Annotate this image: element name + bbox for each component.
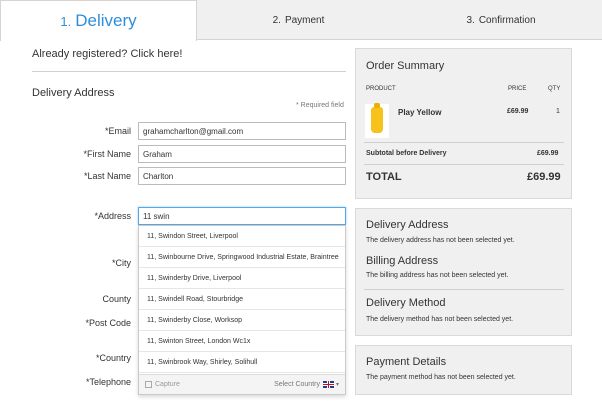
address-suggestion[interactable]: 11, Swinbourne Drive, Springwood Industr… <box>139 247 345 268</box>
tab-label: Delivery <box>75 11 137 30</box>
divider <box>364 164 564 165</box>
divider <box>364 142 564 143</box>
postcode-label: *Post Code <box>85 318 131 328</box>
chevron-down-icon: ▾ <box>335 382 339 388</box>
address-field[interactable]: 11 swin <box>138 207 346 225</box>
delivery-address-status: The delivery address has not been select… <box>366 237 515 244</box>
capture-link[interactable]: Capture <box>145 381 180 388</box>
delivery-address-title: Delivery Address <box>366 219 449 231</box>
telephone-label: *Telephone <box>85 377 131 387</box>
dropdown-footer: Capture Select Country ▾ <box>139 374 345 394</box>
delivery-method-status: The delivery method has not been selecte… <box>366 316 514 323</box>
capture-label: Capture <box>155 381 180 388</box>
county-label: County <box>102 294 131 304</box>
billing-address-title: Billing Address <box>366 255 439 267</box>
payment-details-status: The payment method has not been selected… <box>366 374 516 381</box>
tab-confirmation[interactable]: 3. Confirmation <box>400 0 602 40</box>
address-suggestion[interactable]: 11, Swindell Road, Stourbridge <box>139 289 345 310</box>
tab-label: Confirmation <box>478 14 536 26</box>
address-suggestion[interactable]: 11, Swindon Street, Liverpool <box>139 226 345 247</box>
tab-label: Payment <box>284 14 325 26</box>
tab-number: 3. <box>466 14 475 26</box>
payment-details-title: Payment Details <box>366 356 447 368</box>
divider <box>32 71 346 72</box>
address-suggestion[interactable]: 11, Swinderby Drive, Liverpool <box>139 268 345 289</box>
delivery-address-heading: Delivery Address <box>32 87 115 99</box>
country-label: *Country <box>95 353 131 363</box>
address-autocomplete-dropdown: 11, Swindon Street, Liverpool 11, Swinbo… <box>138 225 346 395</box>
subtotal-label: Subtotal before Delivery <box>366 150 447 157</box>
uk-flag-icon <box>322 381 334 388</box>
checkout-tabs: 1. Delivery 2. Payment 3. Confirmation <box>0 0 602 41</box>
tab-delivery[interactable]: 1. Delivery <box>0 0 197 41</box>
order-summary-title: Order Summary <box>366 60 445 72</box>
city-label: *City <box>111 258 131 268</box>
tab-payment[interactable]: 2. Payment <box>197 0 400 40</box>
product-qty: 1 <box>556 108 560 115</box>
email-field[interactable]: grahamcharlton@gmail.com <box>138 122 346 140</box>
address-suggestion[interactable]: 11, Swinderby Close, Worksop <box>139 310 345 331</box>
column-header-product: PRODUCT <box>366 86 396 92</box>
total-label: TOTAL <box>366 171 402 183</box>
total-value: £69.99 <box>527 171 561 183</box>
last-name-field[interactable]: Charlton <box>138 167 346 185</box>
product-price: £69.99 <box>507 108 529 115</box>
capture-icon <box>145 381 152 388</box>
last-name-label: *Last Name <box>83 171 131 181</box>
select-country-label: Select Country <box>274 381 320 388</box>
first-name-label: *First Name <box>83 149 131 159</box>
divider <box>364 289 564 290</box>
delivery-method-title: Delivery Method <box>366 297 446 309</box>
billing-address-status: The billing address has not been selecte… <box>366 272 509 279</box>
column-header-qty: QTY <box>548 86 561 92</box>
payment-details-panel <box>355 345 572 395</box>
email-label: *Email <box>104 126 131 136</box>
already-registered-link[interactable]: Already registered? Click here! <box>32 48 182 60</box>
subtotal-value: £69.99 <box>537 150 559 157</box>
address-label: *Address <box>94 211 131 221</box>
required-field-note: * Required field <box>296 102 344 109</box>
address-suggestion[interactable]: 11, Swinbrook Way, Shirley, Solihull <box>139 352 345 373</box>
address-suggestion[interactable]: 11, Swinton Street, London Wc1x <box>139 331 345 352</box>
tab-number: 1. <box>60 13 72 29</box>
product-name[interactable]: Play Yellow <box>398 108 441 117</box>
tab-number: 2. <box>272 14 281 26</box>
bottle-icon <box>371 103 383 133</box>
first-name-field[interactable]: Graham <box>138 145 346 163</box>
select-country-button[interactable]: Select Country ▾ <box>274 381 339 388</box>
column-header-price: PRICE <box>508 86 527 92</box>
